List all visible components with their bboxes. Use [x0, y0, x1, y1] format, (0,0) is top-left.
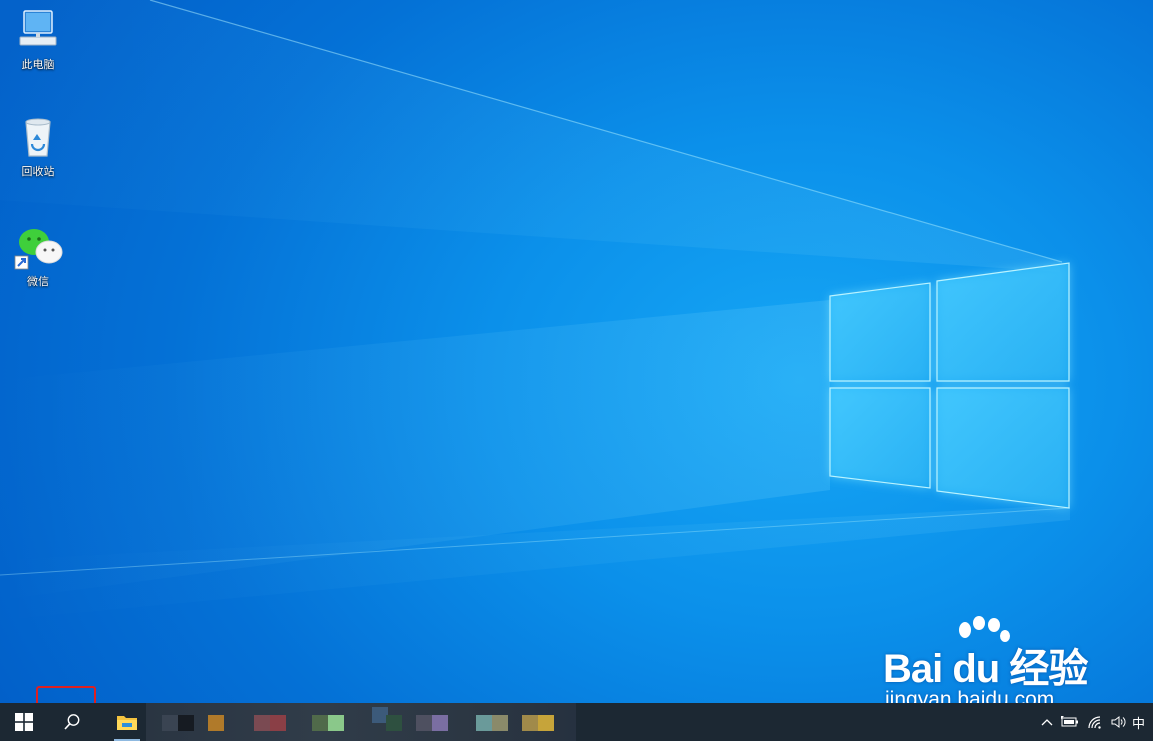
- search-icon: [64, 714, 80, 730]
- file-explorer-button[interactable]: [110, 703, 144, 741]
- this-pc-icon: [14, 7, 62, 55]
- system-tray: 中: [1038, 703, 1153, 741]
- taskbar: 中: [0, 703, 1153, 741]
- baidu-jingyan-watermark: Bai du 经验 jingyan.baidu.com: [883, 616, 1098, 703]
- wifi-icon: [1088, 716, 1101, 729]
- desktop-icon-label: 此电脑: [21, 58, 55, 71]
- recycle-bin-icon: [14, 114, 62, 162]
- input-method-button[interactable]: 中: [1132, 703, 1153, 741]
- desktop-icon-label: 微信: [27, 275, 49, 288]
- watermark-url: jingyan.baidu.com: [885, 688, 1055, 703]
- search-button[interactable]: [48, 703, 96, 741]
- desktop-icon-this-pc[interactable]: 此电脑: [3, 5, 73, 95]
- chevron-up-icon: [1041, 719, 1053, 726]
- desktop-icon-label: 回收站: [21, 165, 55, 178]
- file-explorer-icon: [117, 716, 137, 730]
- desktop-icon-recycle-bin[interactable]: 回收站: [3, 112, 73, 202]
- battery-icon: [1061, 716, 1078, 727]
- show-hidden-icons-button[interactable]: [1038, 703, 1056, 741]
- network-button[interactable]: [1084, 703, 1106, 741]
- pinned-apps-obscured: [146, 703, 576, 741]
- input-method-indicator: 中: [1132, 716, 1146, 732]
- volume-icon: [1111, 716, 1126, 728]
- watermark-brand: Bai du 经验: [883, 647, 1088, 691]
- battery-button[interactable]: [1058, 703, 1082, 741]
- desktop: 此电脑 回收站 微信 Bai du 经验 jingyan.baidu.com: [0, 0, 1153, 703]
- desktop-icon-wechat[interactable]: 微信: [3, 222, 73, 312]
- wallpaper-windows-logo: [829, 262, 1070, 509]
- wechat-icon: [14, 224, 63, 272]
- windows-logo-icon: [15, 713, 33, 731]
- volume-button[interactable]: [1108, 703, 1130, 741]
- start-button[interactable]: [0, 703, 48, 741]
